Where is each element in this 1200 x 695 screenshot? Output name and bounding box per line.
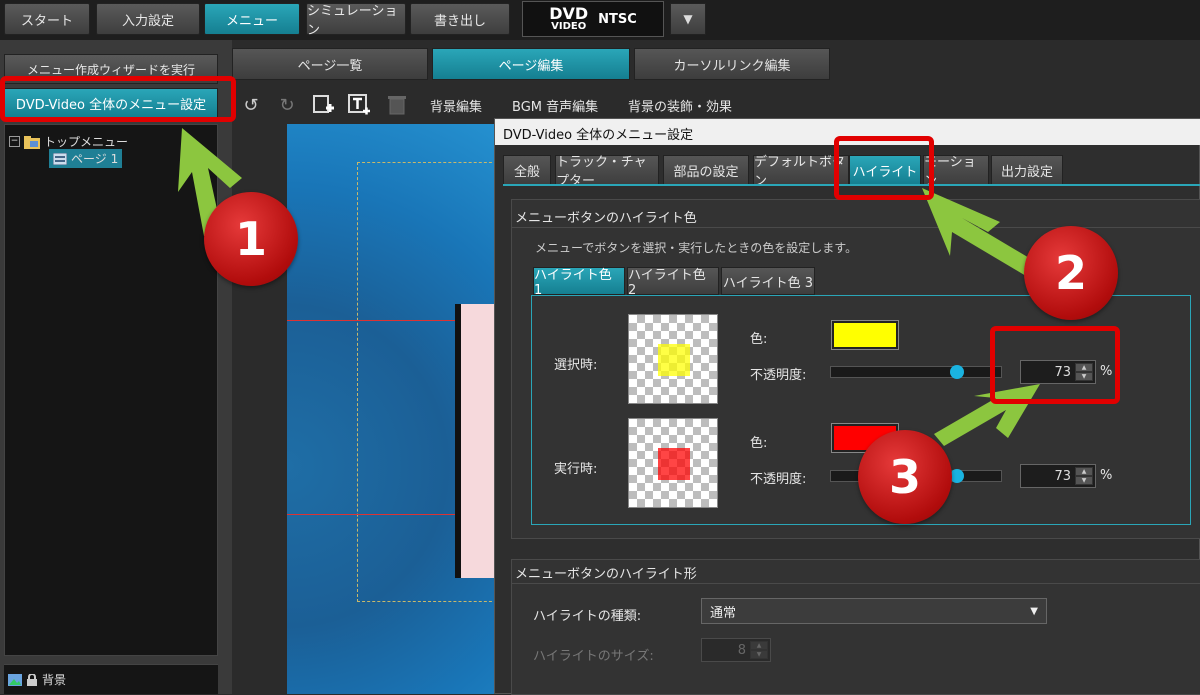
highlight-box-1 — [0, 76, 236, 122]
step-badge-1: 1 — [204, 192, 298, 286]
highlight-box-3 — [990, 326, 1120, 404]
step-badge-3: 3 — [858, 430, 952, 524]
arrow-2 — [922, 188, 1036, 276]
step-badge-2: 2 — [1024, 226, 1118, 320]
highlight-box-2 — [834, 136, 934, 200]
